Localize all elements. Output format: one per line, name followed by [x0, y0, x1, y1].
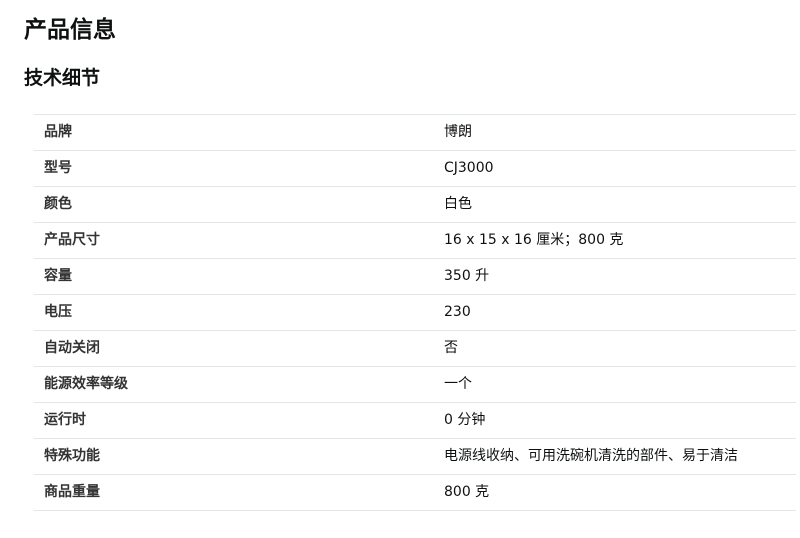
- technical-details-table: 品牌 博朗 型号 CJ3000 颜色 白色 产品尺寸 16 x 15 x 16 …: [34, 114, 796, 511]
- table-row: 容量 350 升: [34, 258, 796, 295]
- spec-value: 博朗: [444, 124, 472, 140]
- spec-label: 电压: [44, 304, 72, 320]
- table-row: 型号 CJ3000: [34, 150, 796, 187]
- table-row: 运行时 0 分钟: [34, 402, 796, 439]
- spec-value: 电源线收纳、可用洗碗机清洗的部件、易于清洁: [444, 448, 738, 464]
- spec-value: 350 升: [444, 268, 490, 284]
- table-row: 特殊功能 电源线收纳、可用洗碗机清洗的部件、易于清洁: [34, 438, 796, 475]
- spec-label: 颜色: [44, 196, 72, 212]
- table-row: 电压 230: [34, 294, 796, 331]
- spec-label: 能源效率等级: [44, 376, 128, 392]
- spec-value: 白色: [444, 196, 472, 212]
- spec-label: 产品尺寸: [44, 232, 100, 248]
- table-row: 自动关闭 否: [34, 330, 796, 367]
- table-row: 颜色 白色: [34, 186, 796, 223]
- table-row: 商品重量 800 克: [34, 474, 796, 511]
- spec-label: 型号: [44, 160, 72, 176]
- spec-label: 商品重量: [44, 484, 100, 500]
- spec-value: 16 x 15 x 16 厘米；800 克: [444, 232, 624, 248]
- page-title: 产品信息: [24, 17, 116, 43]
- spec-value: 800 克: [444, 484, 490, 500]
- spec-value: 一个: [444, 376, 472, 392]
- spec-label: 自动关闭: [44, 340, 100, 356]
- spec-value: 0 分钟: [444, 412, 486, 428]
- spec-label: 运行时: [44, 412, 86, 428]
- section-title: 技术细节: [24, 67, 101, 89]
- spec-value: CJ3000: [444, 160, 494, 176]
- spec-label: 特殊功能: [44, 448, 100, 464]
- spec-value: 否: [444, 340, 458, 356]
- spec-value: 230: [444, 304, 471, 320]
- table-row: 品牌 博朗: [34, 114, 796, 151]
- spec-label: 品牌: [44, 124, 72, 140]
- table-row: 能源效率等级 一个: [34, 366, 796, 403]
- spec-label: 容量: [44, 268, 72, 284]
- table-row: 产品尺寸 16 x 15 x 16 厘米；800 克: [34, 222, 796, 259]
